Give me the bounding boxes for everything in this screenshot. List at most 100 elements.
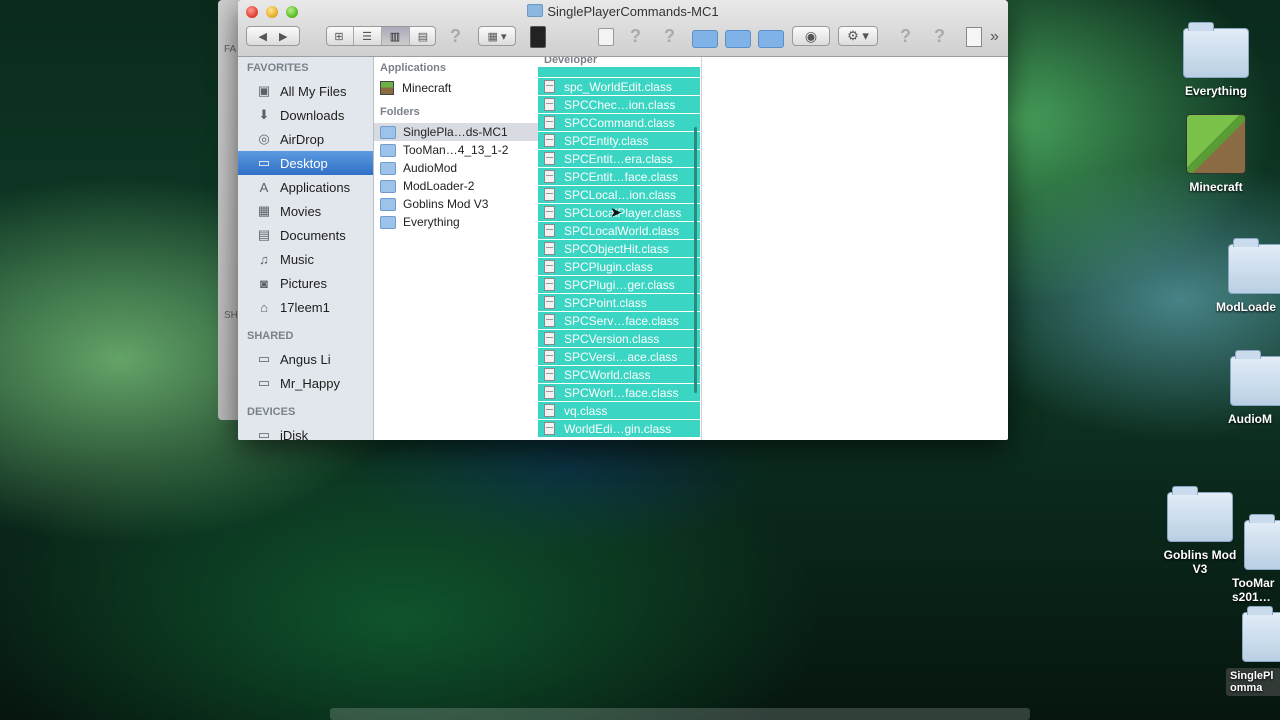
sidebar-item-downloads[interactable]: ⬇ Downloads (238, 103, 373, 127)
desktop-item-everything[interactable]: Everything (1176, 22, 1256, 98)
desktop-item-goblins-mod[interactable]: Goblins Mod V3 (1156, 486, 1244, 576)
icon-view-icon[interactable]: ⊞ (326, 27, 354, 45)
folder-icon (1230, 350, 1280, 406)
folder-icon (1228, 238, 1280, 294)
file-name: SPCEntit…era.class (564, 151, 673, 166)
list-item-folder[interactable]: AudioMod (374, 159, 538, 177)
back-forward-control[interactable]: ◀ ▶ (246, 26, 300, 46)
list-item-file[interactable]: WorldEdi…gin.class (538, 420, 700, 437)
arrange-button[interactable]: ▦ ▾ (478, 26, 516, 46)
list-item-file[interactable]: SPCVersi…ace.class (538, 348, 700, 365)
column-scrollbar[interactable] (694, 127, 697, 393)
help-icon[interactable]: ? (900, 26, 911, 47)
sidebar-item-label: Pictures (280, 275, 327, 291)
coverflow-view-icon[interactable]: ▤ (410, 27, 437, 45)
sidebar-item-airdrop[interactable]: ◎ AirDrop (238, 127, 373, 151)
class-file-icon (544, 242, 555, 255)
minecraft-icon (380, 81, 394, 95)
class-file-icon (544, 296, 555, 309)
list-item-file[interactable]: SPCPlugi…ger.class (538, 276, 700, 293)
folder-icon[interactable] (692, 30, 718, 48)
sidebar-item-applications[interactable]: A Applications (238, 175, 373, 199)
help-icon[interactable]: ? (664, 26, 675, 47)
sidebar: FAVORITES ▣ All My Files ⬇ Downloads ◎ AirD… (238, 57, 374, 440)
sidebar-item-angus-li[interactable]: ▭ Angus Li (238, 347, 373, 371)
list-item-file[interactable]: SPCServ…face.class (538, 312, 700, 329)
sidebar-item-music[interactable]: ♫ Music (238, 247, 373, 271)
desktop-item-singleplayercommands[interactable]: SinglePl omma (1226, 606, 1280, 696)
class-file-icon (544, 332, 555, 345)
desktop-item-audiomod[interactable]: AudioM (1228, 350, 1280, 426)
sidebar-item-desktop[interactable]: ▭ Desktop (238, 151, 373, 175)
help-icon[interactable]: ? (450, 26, 461, 47)
list-item-file[interactable]: SPCPlugin.class (538, 258, 700, 275)
list-item-file[interactable]: SPCEntit…era.class (538, 150, 700, 167)
help-icon[interactable]: ? (934, 26, 945, 47)
document-icon[interactable] (966, 27, 982, 47)
list-item-file[interactable]: SPCWorl…face.class (538, 384, 700, 401)
file-name: SPCLocal…ion.class (564, 187, 677, 202)
list-item-folder[interactable]: Everything (374, 213, 538, 231)
list-item-file[interactable]: SPCPoint.class (538, 294, 700, 311)
list-item-file[interactable]: SPCChec…ion.class (538, 96, 700, 113)
device-icon[interactable] (530, 26, 546, 48)
class-file-icon (544, 314, 555, 327)
sidebar-item-documents[interactable]: ▤ Documents (238, 223, 373, 247)
file-name: WorldEdi…gin.class (564, 421, 672, 436)
desktop-item-label: SinglePl omma (1226, 668, 1280, 696)
list-item-file[interactable]: SPCVersion.class (538, 330, 700, 347)
action-menu-button[interactable]: ⚙ ▾ (838, 26, 878, 46)
help-icon[interactable]: ? (630, 26, 641, 47)
sidebar-item-pictures[interactable]: ◙ Pictures (238, 271, 373, 295)
list-item-file[interactable]: SPCCommand.class (538, 114, 700, 131)
view-mode-control[interactable]: ⊞ ☰ ▥ ▤ (326, 26, 436, 46)
all-files-icon: ▣ (257, 83, 271, 98)
sidebar-item-label: 17leem1 (280, 299, 330, 315)
dock[interactable] (330, 708, 1030, 720)
forward-arrow-icon[interactable]: ▶ (279, 30, 287, 43)
desktop-item-toomanyitems[interactable]: TooMar s201… (1232, 514, 1280, 604)
lock-icon[interactable] (598, 28, 614, 46)
desktop-item-label: AudioM (1228, 412, 1272, 426)
list-item-file[interactable]: SPCLocalWorld.class (538, 222, 700, 239)
toolbar-overflow-icon[interactable]: » (990, 28, 999, 46)
title-bar[interactable]: SinglePlayerCommands-MC1 ◀ ▶ ⊞ ☰ ▥ ▤ ? ▦… (238, 0, 1008, 57)
class-file-icon (544, 350, 555, 363)
sidebar-item-all-my-files[interactable]: ▣ All My Files (238, 79, 373, 103)
quick-look-button[interactable]: ◉ (792, 26, 830, 46)
applications-icon: A (259, 179, 269, 195)
sidebar-item-home[interactable]: ⌂ 17leem1 (238, 295, 373, 319)
file-name: SPCChec…ion.class (564, 97, 676, 112)
list-item-file[interactable]: SPCWorld.class (538, 366, 700, 383)
list-item-file[interactable]: SPCEntit…face.class (538, 168, 700, 185)
list-item-minecraft[interactable]: Minecraft (374, 79, 538, 97)
gear-icon: ⚙ ▾ (847, 28, 869, 43)
sidebar-item-mr-happy[interactable]: ▭ Mr_Happy (238, 371, 373, 395)
list-item-file[interactable]: SPCEntity.class (538, 132, 700, 149)
folder-icon[interactable] (758, 30, 784, 48)
back-arrow-icon[interactable]: ◀ (259, 30, 267, 43)
desktop-item-minecraft[interactable]: Minecraft (1176, 114, 1256, 194)
file-name: spc_WorldEdit.class (564, 79, 672, 94)
list-item-file[interactable]: SPCLocal…ion.class (538, 186, 700, 203)
file-name: SPCEntit…face.class (564, 169, 679, 184)
sidebar-item-label: Applications (280, 179, 351, 195)
window-title: SinglePlayerCommands-MC1 (238, 4, 1008, 19)
class-file-icon (544, 152, 555, 165)
list-item-file-partial[interactable] (538, 67, 700, 77)
column-view-icon[interactable]: ▥ (381, 27, 410, 45)
sidebar-item-movies[interactable]: ▦ Movies (238, 199, 373, 223)
list-item-file[interactable]: SPCObjectHit.class (538, 240, 700, 257)
list-item-folder[interactable]: TooMan…4_13_1-2 (374, 141, 538, 159)
sidebar-header-favorites: FAVORITES (247, 62, 309, 74)
file-name: SPCPoint.class (564, 295, 647, 310)
list-item-file[interactable]: spc_WorldEdit.class (538, 78, 700, 95)
list-item-folder[interactable]: SinglePla…ds-MC1 (374, 123, 538, 141)
list-item-folder[interactable]: ModLoader-2 (374, 177, 538, 195)
list-item-file[interactable]: vq.class (538, 402, 700, 419)
list-view-icon[interactable]: ☰ (354, 27, 382, 45)
sidebar-item-idisk[interactable]: ▭ iDisk (238, 423, 373, 440)
desktop-item-modloader[interactable]: ModLoade (1216, 238, 1280, 314)
folder-icon[interactable] (725, 30, 751, 48)
list-item-folder[interactable]: Goblins Mod V3 (374, 195, 538, 213)
